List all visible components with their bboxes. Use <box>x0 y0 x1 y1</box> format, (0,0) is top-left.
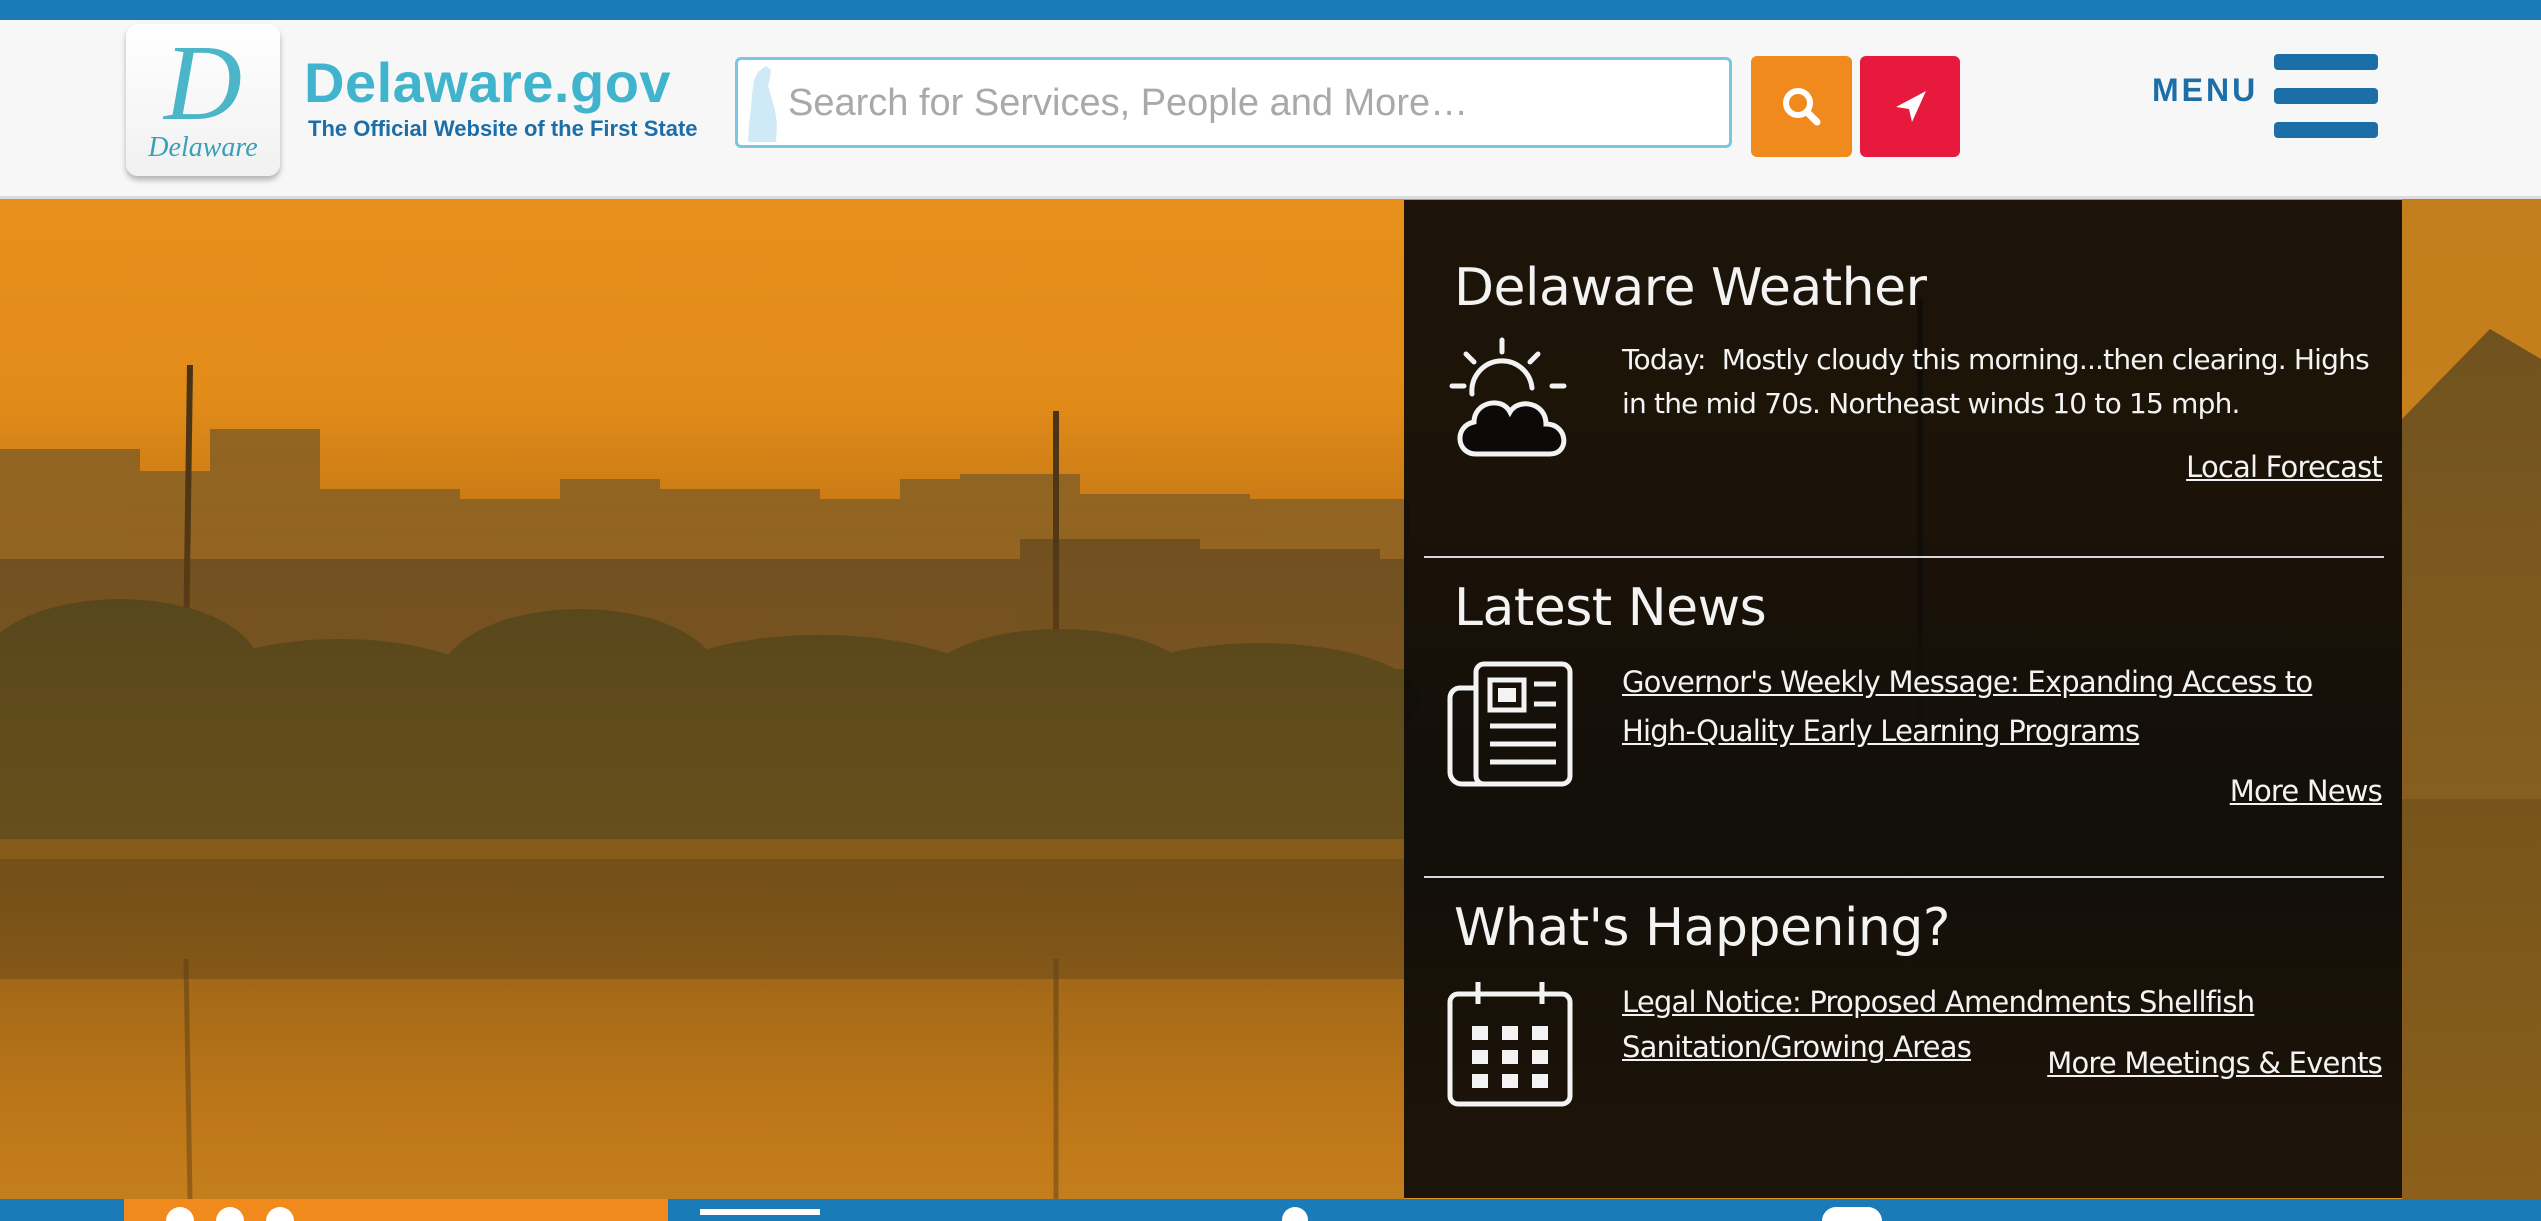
site-header: D Delaware Delaware.gov The Official Web… <box>0 20 2541 199</box>
quick-link-tab-active[interactable] <box>124 1199 668 1221</box>
quick-links-bar <box>0 1199 2541 1221</box>
search-icon <box>1783 88 1821 126</box>
news-title: Latest News <box>1454 578 1767 638</box>
search-button[interactable] <box>1751 56 1852 157</box>
more-events-link[interactable]: More Meetings & Events <box>2047 1046 2383 1080</box>
weather-today-label: Today: <box>1622 343 1706 376</box>
menu-label: MENU <box>2152 72 2259 108</box>
info-panel: Delaware Weather Today: Mostly cloudy th… <box>1404 200 2402 1198</box>
weather-forecast: Today: Mostly cloudy this morning...then… <box>1622 338 2382 426</box>
news-headline-link[interactable]: Governor's Weekly Message: Expanding Acc… <box>1622 665 2313 748</box>
top-accent-bar <box>0 0 2541 20</box>
search-box[interactable] <box>735 57 1732 148</box>
weather-title: Delaware Weather <box>1454 258 1927 318</box>
site-name[interactable]: Delaware.gov <box>304 50 671 115</box>
hamburger-icon-bar-bottom <box>2274 122 2378 138</box>
delaware-state-outline-icon <box>748 66 777 142</box>
search-input[interactable] <box>786 60 1720 147</box>
quick-link-icon-5 <box>1282 1207 1308 1221</box>
location-arrow-icon <box>1896 91 1926 122</box>
site-tagline: The Official Website of the First State <box>308 116 698 141</box>
logo-caption: Delaware <box>148 132 258 163</box>
events-title: What's Happening? <box>1454 898 1951 958</box>
weather-divider <box>1424 556 2384 558</box>
quick-link-icon-4 <box>700 1209 820 1215</box>
locate-button[interactable] <box>1860 56 1960 157</box>
delaware-logo[interactable]: D Delaware <box>126 24 280 176</box>
local-forecast-link[interactable]: Local Forecast <box>2186 450 2383 484</box>
news-divider <box>1424 876 2384 878</box>
logo-monogram: D <box>164 24 242 143</box>
news-headline-wrap: Governor's Weekly Message: Expanding Acc… <box>1622 658 2342 756</box>
hamburger-icon-bar-top <box>2274 54 2378 70</box>
weather-forecast-text: Mostly cloudy this morning...then cleari… <box>1622 343 2370 420</box>
menu-button[interactable]: MENU <box>2140 34 2380 144</box>
hamburger-icon-bar-middle <box>2274 88 2378 104</box>
more-news-link[interactable]: More News <box>2230 774 2383 808</box>
partly-cloudy-icon <box>1449 337 1567 457</box>
quick-link-icon-6 <box>1822 1207 1882 1221</box>
newspaper-icon <box>1447 661 1573 787</box>
calendar-icon <box>1447 982 1573 1107</box>
